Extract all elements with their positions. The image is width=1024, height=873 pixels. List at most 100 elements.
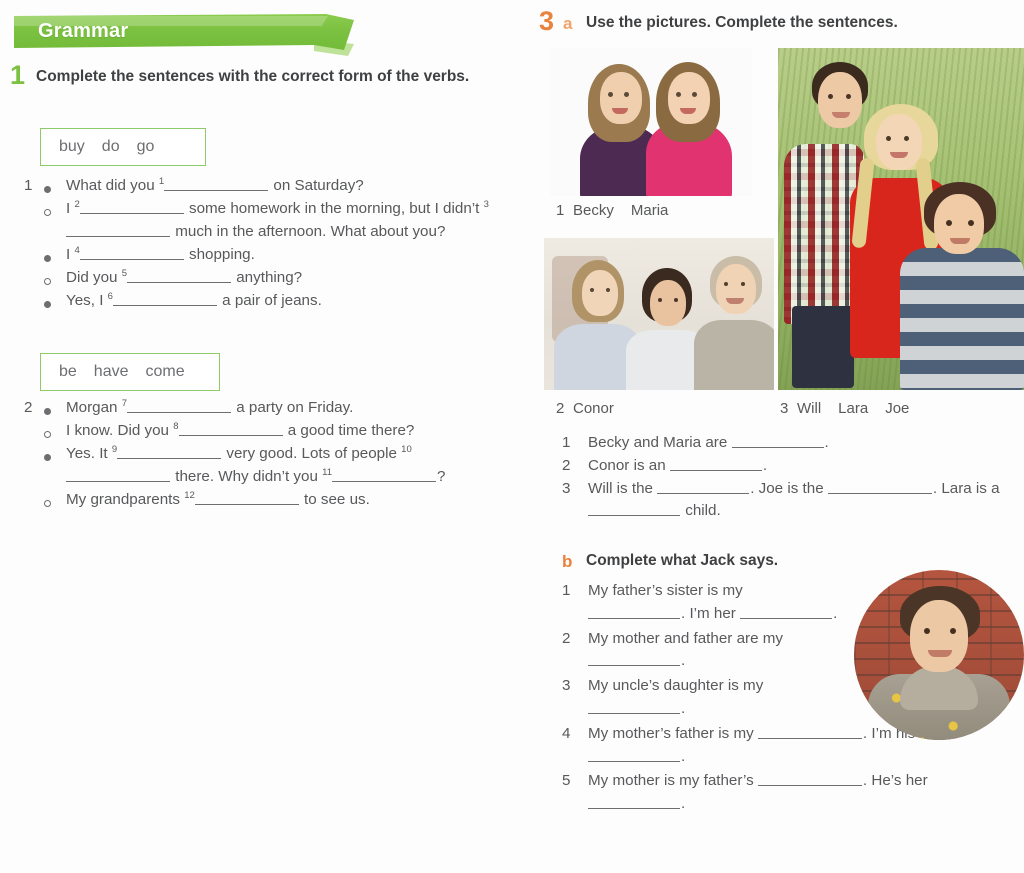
boy-head	[650, 280, 686, 326]
eye	[904, 136, 909, 141]
photo-caption-1: 1 Becky Maria	[556, 202, 685, 219]
answer-blank[interactable]	[827, 480, 932, 494]
answer-blank-3[interactable]	[66, 223, 170, 238]
sentence-item: 5 My mother is my father’s . He’s her .	[562, 770, 1002, 816]
eye	[886, 136, 891, 141]
speaker-a-bullet-icon	[44, 174, 66, 195]
speaker-a-bullet-icon	[44, 243, 66, 264]
eye	[968, 220, 974, 226]
photo-caption-3: 3 Will Lara Joe	[780, 400, 926, 417]
left-column: Grammar 1 Complete the sentences with th…	[0, 0, 520, 873]
verb-buy: buy	[59, 138, 85, 155]
answer-blank[interactable]	[588, 605, 680, 619]
jack-head	[910, 600, 968, 672]
photo-will-lara-joe	[778, 48, 1024, 390]
dialog-2: 2 Morgan 7 a party on Friday. I know. Di…	[24, 396, 514, 511]
dialog-line: Did you 5 anything?	[24, 266, 514, 289]
answer-blank-7[interactable]	[127, 399, 232, 413]
dialog-line: Yes, I 6 a pair of jeans.	[24, 289, 514, 312]
answer-blank-6[interactable]	[112, 292, 217, 307]
eye	[828, 94, 833, 99]
dialog-line-text: I 4 shopping.	[66, 245, 255, 264]
eye	[658, 298, 662, 302]
verb-box-2: be have come	[40, 353, 220, 391]
answer-blank[interactable]	[588, 502, 680, 517]
joe-head	[934, 194, 984, 254]
speaker-a-bullet-icon	[44, 289, 66, 310]
caption-name: Joe	[885, 400, 910, 417]
item-number: 3	[562, 677, 571, 695]
answer-blank-11[interactable]	[331, 468, 436, 483]
caption-name: Will	[797, 400, 822, 417]
dialog-2-number: 2	[24, 399, 33, 416]
item-number: 1	[562, 582, 571, 599]
answer-blank[interactable]	[731, 434, 824, 448]
item-text: Conor is an .	[588, 456, 768, 474]
dialog-line: I 4 shopping.	[24, 243, 514, 266]
answer-blank-10[interactable]	[66, 468, 170, 483]
exercise-3-instruction: Use the pictures. Complete the sentences…	[586, 14, 898, 31]
answer-blank-1[interactable]	[164, 177, 269, 191]
will-jeans	[792, 306, 854, 388]
speaker-a-bullet-icon	[44, 396, 66, 417]
answer-blank[interactable]	[657, 480, 750, 494]
right-column: 3 a Use the pictures. Complete the sente…	[520, 0, 1024, 873]
dialog-line: 1 What did you 1 on Saturday?	[24, 174, 514, 197]
dialog-line-text: Yes, I 6 a pair of jeans.	[66, 291, 322, 310]
grammar-banner-label: Grammar	[38, 20, 129, 42]
exercise-3a-sentences: 1 Becky and Maria are . 2 Conor is an . …	[562, 432, 1022, 523]
item-number: 3	[562, 479, 571, 497]
dialog-line-text: Did you 5 anything?	[66, 268, 303, 287]
answer-blank[interactable]	[669, 457, 762, 471]
speaker-b-bullet-icon	[44, 419, 66, 440]
sentence-item: 1 Becky and Maria are .	[562, 432, 1022, 455]
eye	[846, 94, 851, 99]
grammar-banner: Grammar	[14, 14, 354, 56]
sentence-item: 3 Will is the . Joe is the . Lara is a c…	[562, 478, 1022, 524]
lara-head	[876, 114, 922, 170]
answer-blank-4[interactable]	[79, 246, 184, 261]
verb-come: come	[145, 363, 185, 380]
answer-blank-2[interactable]	[79, 200, 184, 215]
dialog-line: I know. Did you 8 a good time there?	[24, 419, 514, 442]
item-number: 1	[562, 434, 571, 451]
eye	[606, 288, 610, 292]
answer-blank-12[interactable]	[194, 491, 299, 506]
girl-right-head	[668, 72, 710, 124]
photo-caption-2: 2 Conor	[556, 400, 631, 417]
verb-do: do	[101, 138, 120, 155]
answer-blank-8[interactable]	[178, 422, 283, 437]
verb-go: go	[136, 138, 155, 155]
mouth	[950, 238, 970, 244]
answer-blank[interactable]	[757, 725, 862, 739]
dialog-line-text: I know. Did you 8 a good time there?	[66, 421, 415, 440]
eye	[692, 92, 697, 97]
answer-blank[interactable]	[740, 605, 833, 619]
dialog-1-number: 1	[24, 177, 33, 194]
eye	[741, 282, 745, 286]
item-number: 5	[562, 772, 571, 790]
speaker-b-bullet-icon	[44, 488, 66, 509]
answer-blank[interactable]	[588, 748, 680, 762]
speaker-a-bullet-icon	[44, 442, 66, 463]
girl-left-head	[600, 72, 642, 124]
answer-blank[interactable]	[588, 700, 680, 714]
eye	[674, 298, 678, 302]
exercise-3b-instruction: Complete what Jack says.	[586, 552, 779, 569]
sentence-item: 2 Conor is an .	[562, 455, 1022, 478]
answer-blank-5[interactable]	[127, 269, 232, 284]
dialog-line-text: My grandparents 12 to see us.	[66, 490, 370, 509]
verb-have: have	[93, 363, 129, 380]
speaker-b-bullet-icon	[44, 266, 66, 287]
exercise-3-letter-a: a	[563, 14, 573, 33]
answer-blank[interactable]	[588, 795, 680, 810]
item-number: 2	[562, 629, 571, 647]
answer-blank[interactable]	[757, 772, 862, 787]
item-number: 4	[562, 724, 571, 742]
mouth	[928, 650, 952, 657]
answer-blank[interactable]	[588, 652, 680, 667]
speaker-b-bullet-icon	[44, 197, 66, 218]
answer-blank-9[interactable]	[117, 445, 222, 460]
caption-name: Lara	[838, 400, 869, 417]
caption-name: Conor	[573, 400, 614, 417]
